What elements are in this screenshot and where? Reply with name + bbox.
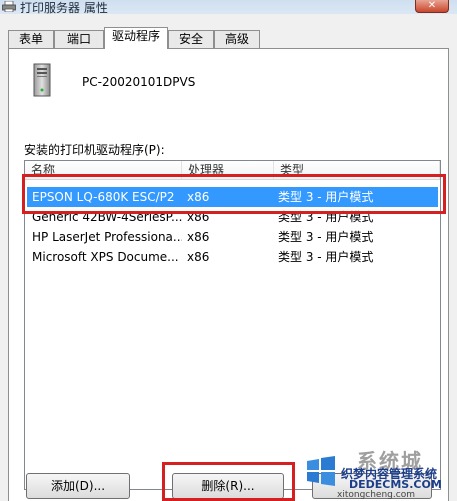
close-button[interactable]: ✕ [415,0,449,13]
tab-label: 端口 [66,32,91,46]
close-icon: ✕ [427,0,437,11]
delete-button-label: 删除(R)... [201,479,255,493]
driver-type: 类型 3 - 用户模式 [278,210,374,224]
column-header-label: 名称 [31,163,56,177]
column-header-label: 类型 [280,163,305,177]
tab-security[interactable]: 安全 [168,30,214,48]
driver-name: Generic 42BW-4SeriesP... [32,210,182,224]
column-header-label: 处理器 [188,163,225,177]
driver-row[interactable]: HP LaserJet Professiona... x86 类型 3 - 用户… [27,227,438,247]
drivers-list[interactable]: 名称 处理器 类型 EPSON LQ-680K ESC/P2 x86 类型 3 … [24,160,441,490]
driver-processor: x86 [187,210,210,224]
driver-name: Microsoft XPS Docume... [32,250,179,264]
list-header: 名称 处理器 类型 [25,161,440,180]
add-button-label: 添加(D)... [50,479,106,493]
driver-processor: x86 [187,250,210,264]
tab-advanced[interactable]: 高级 [214,30,260,48]
column-header-type[interactable]: 类型 [274,161,440,179]
printer-icon [2,1,16,12]
tab-ports[interactable]: 端口 [54,30,104,48]
drivers-panel: PC-20020101DPVS 安装的打印机驱动程序(P): 名称 处理器 类型… [8,48,449,501]
print-server-properties-window: 打印服务器 属性 ✕ 表单 端口 驱动程序 安全 高级 PC-20020101D… [0,0,457,501]
tab-label: 安全 [178,32,203,46]
installed-drivers-label: 安装的打印机驱动程序(P): [24,143,165,157]
driver-type: 类型 3 - 用户模式 [278,190,374,204]
title-bar[interactable]: 打印服务器 属性 ✕ [0,0,457,15]
driver-processor: x86 [187,190,210,204]
tab-label: 驱动程序 [111,29,160,43]
driver-name: EPSON LQ-680K ESC/P2 [32,190,175,204]
tab-drivers[interactable]: 驱动程序 [104,27,168,49]
delete-driver-button[interactable]: 删除(R)... [172,473,284,499]
driver-name: HP LaserJet Professiona... [32,230,182,244]
properties-button[interactable] [312,473,432,499]
driver-row[interactable]: Generic 42BW-4SeriesP... x86 类型 3 - 用户模式 [27,207,438,227]
driver-row[interactable]: Microsoft XPS Docume... x86 类型 3 - 用户模式 [27,247,438,267]
column-header-processor[interactable]: 处理器 [182,161,274,179]
tab-forms[interactable]: 表单 [8,30,54,48]
column-header-name[interactable]: 名称 [25,161,182,179]
server-name: PC-20020101DPVS [82,75,196,89]
tab-label: 高级 [224,32,249,46]
driver-processor: x86 [187,230,210,244]
driver-row-selected[interactable]: EPSON LQ-680K ESC/P2 x86 类型 3 - 用户模式 [27,187,438,207]
window-title: 打印服务器 属性 [20,1,108,15]
tab-label: 表单 [18,32,43,46]
driver-type: 类型 3 - 用户模式 [278,250,374,264]
driver-type: 类型 3 - 用户模式 [278,230,374,244]
server-tower-icon [33,63,51,97]
add-driver-button[interactable]: 添加(D)... [26,473,130,499]
